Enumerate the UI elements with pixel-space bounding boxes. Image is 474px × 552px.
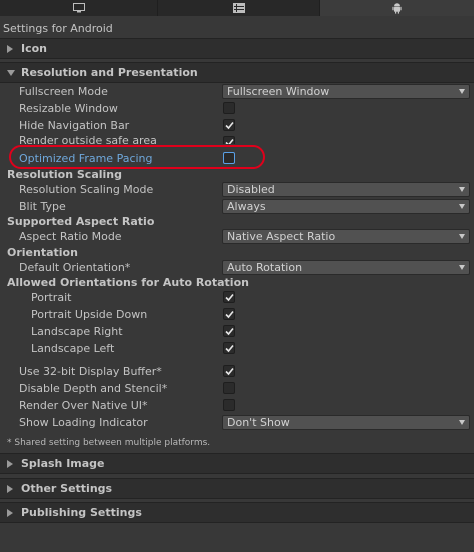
fullscreen-mode-dropdown[interactable]: Fullscreen Window [222, 84, 470, 99]
checkmark-icon [225, 327, 234, 336]
checkmark-icon [225, 310, 234, 319]
resizable-window-checkbox[interactable] [223, 102, 235, 114]
disable-depth-stencil-row: Disable Depth and Stencil* [0, 380, 474, 397]
blit-type-label: Blit Type [19, 200, 66, 213]
render-over-native-ui-row: Render Over Native UI* [0, 397, 474, 414]
scaling-mode-row: Resolution Scaling Mode Disabled [0, 181, 474, 198]
platform-tab-bar [0, 0, 474, 16]
section-other[interactable]: Other Settings [0, 478, 474, 499]
section-splash[interactable]: Splash Image [0, 453, 474, 474]
dropdown-caret-icon [459, 89, 465, 94]
default-orientation-value: Auto Rotation [227, 261, 303, 274]
landscape-right-label: Landscape Right [31, 325, 123, 338]
checkmark-icon [225, 293, 234, 302]
show-loading-indicator-row: Show Loading Indicator Don't Show [0, 414, 474, 431]
portrait-upside-down-label: Portrait Upside Down [31, 308, 148, 321]
aspect-mode-value: Native Aspect Ratio [227, 230, 336, 243]
allowed-orientations-heading: Allowed Orientations for Auto Rotation [7, 276, 249, 289]
section-publishing[interactable]: Publishing Settings [0, 502, 474, 523]
section-icon[interactable]: Icon [0, 38, 474, 59]
orientation-heading: Orientation [7, 246, 78, 259]
disable-depth-stencil-checkbox[interactable] [223, 382, 235, 394]
default-orientation-label: Default Orientation* [19, 261, 131, 274]
checkmark-icon [225, 138, 234, 144]
render-safe-area-checkbox[interactable] [223, 136, 235, 144]
chevron-right-icon [7, 508, 15, 517]
scaling-mode-dropdown[interactable]: Disabled [222, 182, 470, 197]
render-safe-area-row: Render outside safe area [0, 134, 474, 144]
checkmark-icon [225, 367, 234, 376]
tab-standalone[interactable] [0, 0, 158, 16]
aspect-ratio-heading: Supported Aspect Ratio [7, 215, 155, 228]
fullscreen-mode-value: Fullscreen Window [227, 85, 330, 98]
display-buffer-row: Use 32-bit Display Buffer* [0, 363, 474, 380]
show-loading-indicator-dropdown[interactable]: Don't Show [222, 415, 470, 430]
resizable-window-row: Resizable Window [0, 100, 474, 117]
display-buffer-checkbox[interactable] [223, 365, 235, 377]
tab-other-platform[interactable] [158, 0, 320, 16]
hide-navigation-bar-row: Hide Navigation Bar [0, 117, 474, 134]
render-over-native-ui-label: Render Over Native UI* [19, 399, 148, 412]
chevron-right-icon [7, 44, 15, 53]
aspect-mode-label: Aspect Ratio Mode [19, 230, 122, 243]
landscape-right-row: Landscape Right [0, 323, 474, 340]
section-publishing-label: Publishing Settings [21, 506, 142, 519]
landscape-right-checkbox[interactable] [223, 325, 235, 337]
render-over-native-ui-checkbox[interactable] [223, 399, 235, 411]
tab-android[interactable] [320, 0, 474, 16]
resolution-scaling-heading: Resolution Scaling [7, 168, 122, 181]
chevron-down-icon [7, 69, 15, 77]
section-splash-label: Splash Image [21, 457, 105, 470]
portrait-checkbox[interactable] [223, 291, 235, 303]
android-icon [392, 3, 402, 14]
chevron-right-icon [7, 459, 15, 468]
fullscreen-mode-label: Fullscreen Mode [19, 85, 108, 98]
display-buffer-label: Use 32-bit Display Buffer* [19, 365, 162, 378]
optimized-frame-pacing-label: Optimized Frame Pacing [19, 152, 153, 165]
portrait-upside-down-checkbox[interactable] [223, 308, 235, 320]
dropdown-caret-icon [459, 234, 465, 239]
shared-setting-note: * Shared setting between multiple platfo… [7, 438, 211, 448]
portrait-row: Portrait [0, 289, 474, 306]
settings-title: Settings for Android [3, 22, 113, 35]
scaling-mode-label: Resolution Scaling Mode [19, 183, 154, 196]
section-other-label: Other Settings [21, 482, 113, 495]
hide-navigation-bar-label: Hide Navigation Bar [19, 119, 130, 132]
disable-depth-stencil-label: Disable Depth and Stencil* [19, 382, 168, 395]
aspect-mode-dropdown[interactable]: Native Aspect Ratio [222, 229, 470, 244]
optimized-frame-pacing-row: Optimized Frame Pacing [0, 150, 474, 167]
section-icon-label: Icon [21, 42, 48, 55]
landscape-left-label: Landscape Left [31, 342, 115, 355]
portrait-upside-down-row: Portrait Upside Down [0, 306, 474, 323]
monitor-icon [72, 3, 85, 13]
dropdown-caret-icon [459, 265, 465, 270]
show-loading-indicator-label: Show Loading Indicator [19, 416, 148, 429]
portrait-label: Portrait [31, 291, 72, 304]
blit-type-dropdown[interactable]: Always [222, 199, 470, 214]
scaling-mode-value: Disabled [227, 183, 275, 196]
landscape-left-row: Landscape Left [0, 340, 474, 357]
render-safe-area-label: Render outside safe area [19, 134, 157, 144]
checkmark-icon [225, 121, 234, 130]
landscape-left-checkbox[interactable] [223, 342, 235, 354]
dropdown-caret-icon [459, 420, 465, 425]
section-resolution[interactable]: Resolution and Presentation [0, 62, 474, 83]
hide-navigation-bar-checkbox[interactable] [223, 119, 235, 131]
aspect-mode-row: Aspect Ratio Mode Native Aspect Ratio [0, 228, 474, 245]
fullscreen-mode-row: Fullscreen Mode Fullscreen Window [0, 83, 474, 100]
resizable-window-label: Resizable Window [19, 102, 118, 115]
dropdown-caret-icon [459, 204, 465, 209]
default-orientation-dropdown[interactable]: Auto Rotation [222, 260, 470, 275]
dropdown-caret-icon [459, 187, 465, 192]
section-resolution-label: Resolution and Presentation [21, 66, 198, 79]
blit-type-value: Always [227, 200, 266, 213]
optimized-frame-pacing-checkbox[interactable] [223, 152, 235, 164]
checkmark-icon [225, 344, 234, 353]
show-loading-indicator-value: Don't Show [227, 416, 290, 429]
chevron-right-icon [7, 484, 15, 493]
grid-icon [232, 3, 245, 13]
